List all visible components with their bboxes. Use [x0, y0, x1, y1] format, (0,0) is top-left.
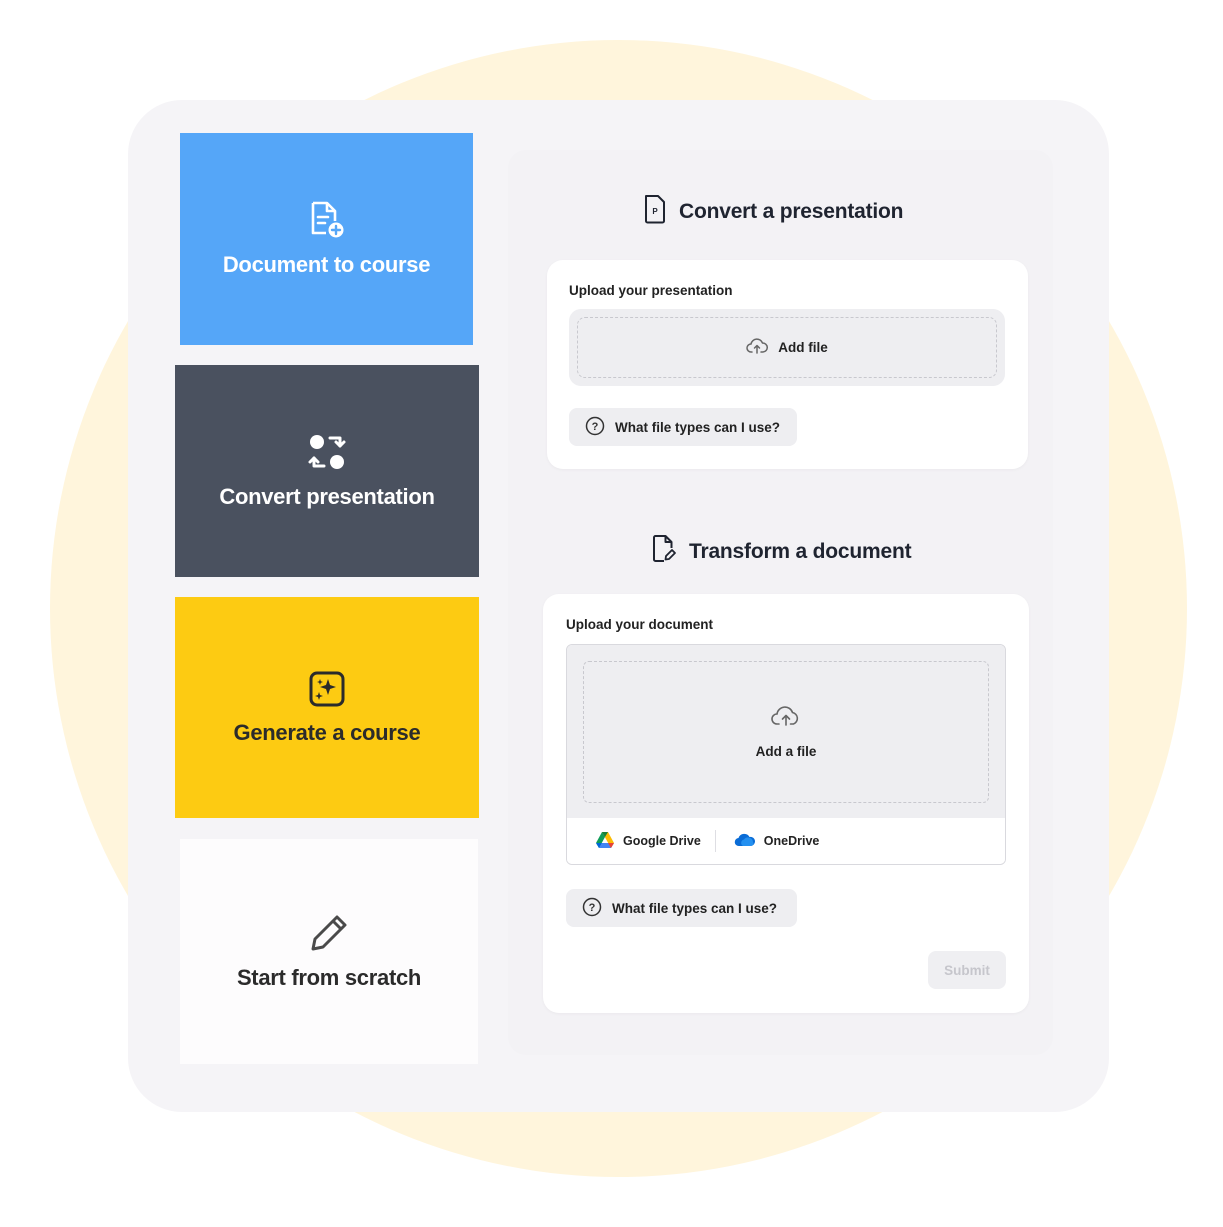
google-drive-icon	[595, 831, 615, 852]
sparkle-icon	[308, 670, 346, 708]
tile-generate-course[interactable]: Generate a course	[175, 597, 479, 818]
tile-label: Start from scratch	[236, 964, 422, 990]
tile-label: Generate a course	[233, 719, 421, 745]
section-title-text: Transform a document	[689, 540, 912, 563]
cloud-upload-icon	[771, 705, 801, 730]
svg-text:?: ?	[589, 902, 596, 914]
presentation-section-title: P Convert a presentation	[643, 194, 904, 230]
question-circle-icon: ?	[582, 897, 602, 920]
cloud-sources-bar: Google Drive OneDrive	[567, 818, 1005, 864]
help-label: What file types can I use?	[612, 900, 778, 916]
document-dropzone: Add a file Google Drive OneDrive	[566, 644, 1006, 865]
tile-label: Convert presentation	[219, 484, 435, 509]
file-types-help-button[interactable]: ? What file types can I use?	[566, 889, 797, 927]
tile-convert-presentation[interactable]: Convert presentation	[175, 365, 479, 577]
svg-text:?: ?	[592, 421, 599, 433]
document-edit-icon	[651, 534, 677, 570]
add-file-button[interactable]: Add file	[577, 317, 997, 378]
upload-label: Upload your presentation	[569, 283, 733, 298]
add-file-label: Add file	[778, 340, 828, 355]
document-upload-card: Upload your document Add a file Google D…	[543, 594, 1029, 1013]
document-drop-area[interactable]: Add a file	[567, 645, 1005, 819]
svg-text:P: P	[652, 207, 658, 216]
onedrive-label: OneDrive	[763, 834, 820, 848]
presentation-upload-card: Upload your presentation Add file ? What…	[547, 260, 1028, 469]
help-label: What file types can I use?	[615, 419, 781, 435]
divider	[714, 830, 716, 852]
pencil-icon	[309, 913, 349, 953]
add-a-file-label: Add a file	[755, 744, 817, 759]
convert-arrows-icon	[306, 432, 348, 472]
cloud-upload-icon	[746, 338, 769, 357]
google-drive-label: Google Drive	[623, 834, 701, 848]
upload-label: Upload your document	[566, 617, 714, 632]
onedrive-icon	[734, 833, 756, 850]
onedrive-button[interactable]: OneDrive	[734, 833, 820, 850]
submit-button[interactable]: Submit	[928, 951, 1006, 989]
section-title-text: Convert a presentation	[679, 200, 904, 223]
add-a-file-button[interactable]: Add a file	[583, 661, 989, 803]
tile-start-from-scratch[interactable]: Start from scratch	[180, 839, 478, 1064]
document-add-icon	[308, 200, 346, 240]
tile-label: Document to course	[222, 252, 431, 277]
presentation-file-icon: P	[643, 194, 667, 230]
tile-document-to-course[interactable]: Document to course	[180, 133, 473, 345]
document-section-title: Transform a document	[651, 534, 912, 570]
google-drive-button[interactable]: Google Drive	[595, 831, 701, 852]
presentation-dropzone[interactable]: Add file	[569, 309, 1005, 386]
file-types-help-button[interactable]: ? What file types can I use?	[569, 408, 797, 446]
question-circle-icon: ?	[585, 416, 605, 439]
